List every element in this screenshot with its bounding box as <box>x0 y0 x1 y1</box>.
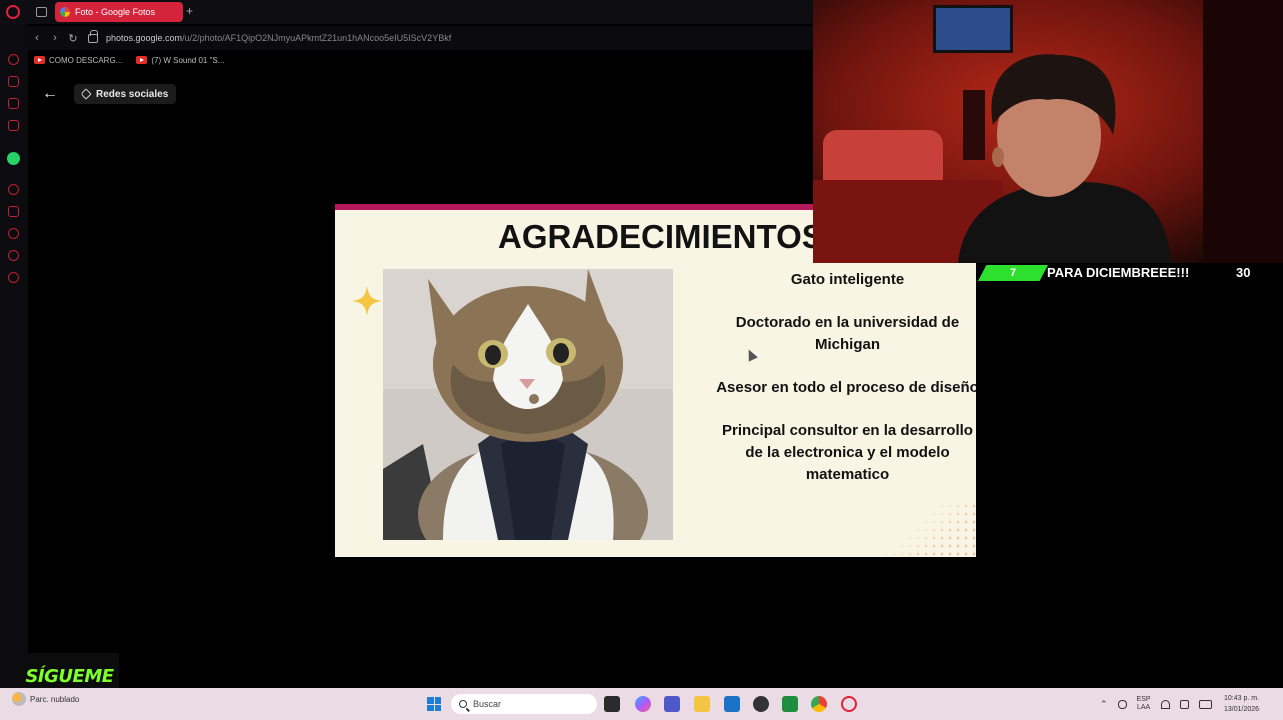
cloud-sun-icon <box>12 692 26 706</box>
bookmark-label: (7) W Sound 01 "S... <box>151 55 225 65</box>
pinboard-icon[interactable] <box>8 250 19 261</box>
url-field[interactable]: photos.google.com/u/2/photo/AF1QipO2NJmy… <box>106 33 451 43</box>
url-path: /u/2/photo/AF1QipO2NJmyuAPkmtZ21un1hANco… <box>182 33 452 43</box>
instagram-icon[interactable] <box>8 120 19 131</box>
tab-overview-icon[interactable] <box>36 7 47 17</box>
settings-icon[interactable] <box>8 272 19 283</box>
language-indicator[interactable]: ESP LAA <box>1137 696 1151 712</box>
slide-line: Asesor en todo el proceso de diseño <box>716 379 976 396</box>
browser-sidebar <box>0 24 28 688</box>
youtube-icon <box>136 56 148 64</box>
whatsapp-icon[interactable] <box>7 152 20 165</box>
slide-line: Gato inteligente <box>790 271 905 288</box>
history-icon[interactable] <box>8 228 19 239</box>
clock-date: 13/01/2026 <box>1224 706 1260 713</box>
volume-icon[interactable] <box>1179 699 1189 709</box>
url-domain: photos.google.com <box>106 33 183 43</box>
search-icon <box>459 700 467 708</box>
tag-icon <box>80 88 92 100</box>
excel-icon[interactable] <box>782 696 798 712</box>
copilot-icon[interactable] <box>635 696 651 712</box>
messenger-icon[interactable] <box>8 98 19 109</box>
cat-photo <box>383 269 673 540</box>
screen: Foto - Google Fotos + ‹ › ↻ photos.googl… <box>0 0 1283 720</box>
bookmarks-bar: COMO DESCARG... (7) W Sound 01 "S... <box>28 52 813 68</box>
new-tab-button[interactable]: + <box>186 4 193 18</box>
address-bar: ‹ › ↻ photos.google.com/u/2/photo/AF1Qip… <box>28 26 813 50</box>
opera-taskbar-icon[interactable] <box>841 696 857 712</box>
back-nav-icon[interactable]: ‹ <box>28 32 46 44</box>
reload-icon[interactable]: ↻ <box>64 32 82 45</box>
wifi-icon[interactable] <box>1160 699 1170 709</box>
ticker-count: 30 <box>1236 265 1251 280</box>
search-placeholder: Buscar <box>473 699 502 709</box>
battery-icon[interactable] <box>1198 699 1212 709</box>
back-arrow-icon[interactable]: ← <box>42 85 58 103</box>
google-photos-icon <box>60 7 70 17</box>
bookmark-label: COMO DESCARG... <box>49 55 123 65</box>
lang-bottom: LAA <box>1136 704 1151 711</box>
sparkle-icon <box>352 286 382 316</box>
clock-time: 10:43 p. m. <box>1224 695 1260 702</box>
decorative-dots <box>866 502 976 557</box>
youtube-icon <box>34 56 45 64</box>
cat-image <box>383 269 673 540</box>
ticker-text: PARA DICIEMBREEE!!! <box>1047 265 1190 280</box>
start-button[interactable] <box>427 697 441 711</box>
opera-logo-icon[interactable] <box>6 5 20 19</box>
bookmark-item[interactable]: (7) W Sound 01 "S... <box>136 56 224 65</box>
lock-icon <box>88 29 98 43</box>
taskbar-search[interactable]: Buscar <box>451 694 597 714</box>
system-tray: ⌃ ESP LAA <box>1100 688 1212 720</box>
tab-google-photos[interactable]: Foto - Google Fotos <box>55 2 183 22</box>
album-label: Redes sociales <box>96 88 169 100</box>
teams-icon[interactable] <box>664 696 680 712</box>
ticker-badge: 7 <box>978 265 1048 281</box>
webcam-feed <box>813 0 1283 263</box>
vscode-icon[interactable] <box>724 696 740 712</box>
tab-title: Foto - Google Fotos <box>75 7 156 17</box>
tab-strip: Foto - Google Fotos + <box>0 0 813 24</box>
player-icon[interactable] <box>8 184 19 195</box>
stream-ticker: 7 PARA DICIEMBREEE!!! 30 <box>976 263 1283 283</box>
chrome-icon[interactable] <box>811 696 827 712</box>
weather-widget[interactable]: Parc. nublado <box>12 692 79 706</box>
weather-text: Parc. nublado <box>30 694 80 704</box>
forward-nav-icon[interactable]: › <box>46 32 64 44</box>
slide-title: AGRADECIMIENTOS <box>498 218 824 255</box>
wallet-icon[interactable] <box>8 206 19 217</box>
obs-icon[interactable] <box>753 696 769 712</box>
bookmark-item[interactable]: COMO DESCARG... <box>34 56 122 65</box>
task-view-icon[interactable] <box>604 696 620 712</box>
aria-icon[interactable] <box>8 54 19 65</box>
slide-line: Principal consultor en la desarrollo de … <box>722 422 973 483</box>
file-explorer-icon[interactable] <box>694 696 710 712</box>
microphone-icon[interactable] <box>1117 699 1127 709</box>
tray-chevron-icon[interactable]: ⌃ <box>1100 699 1108 710</box>
slide-text-block: Gato inteligente Doctorado en la univers… <box>715 269 976 507</box>
extension-icon[interactable] <box>8 76 19 87</box>
album-chip[interactable]: Redes sociales <box>74 84 177 104</box>
clock[interactable]: 10:43 p. m. 13/01/2026 <box>1224 693 1259 715</box>
webcam-image <box>813 0 1283 263</box>
lang-top: ESP <box>1136 696 1151 703</box>
sigueme-text: SÍGUEME <box>25 665 114 687</box>
taskbar: Parc. nublado Buscar ⌃ ESP LAA 10:43 p. … <box>0 688 1283 720</box>
